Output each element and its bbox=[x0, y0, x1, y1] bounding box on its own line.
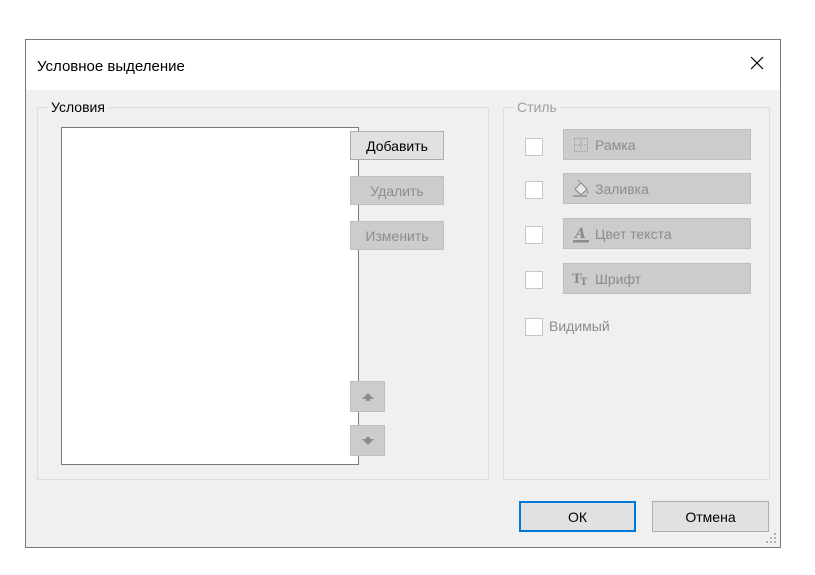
close-button[interactable] bbox=[734, 40, 780, 86]
border-checkbox[interactable] bbox=[525, 138, 543, 156]
conditional-formatting-dialog: Условное выделение Условия Добавить Удал… bbox=[25, 39, 781, 548]
edit-button[interactable]: Изменить bbox=[350, 221, 444, 250]
font-label: Шрифт bbox=[595, 270, 642, 287]
arrow-up-icon bbox=[361, 392, 374, 401]
conditions-list[interactable] bbox=[61, 127, 359, 465]
border-button[interactable]: Рамка bbox=[563, 129, 751, 160]
text-color-checkbox[interactable] bbox=[525, 226, 543, 244]
fill-label: Заливка bbox=[595, 180, 649, 197]
ok-button[interactable]: ОК bbox=[519, 501, 636, 532]
text-color-label: Цвет текста bbox=[595, 225, 672, 242]
fill-checkbox[interactable] bbox=[525, 181, 543, 199]
svg-text:A: A bbox=[573, 226, 586, 242]
title-bar: Условное выделение bbox=[26, 40, 780, 90]
font-icon: T T bbox=[570, 269, 592, 289]
delete-button[interactable]: Удалить bbox=[350, 176, 444, 205]
dialog-title: Условное выделение bbox=[37, 58, 185, 75]
fill-button[interactable]: Заливка bbox=[563, 173, 751, 204]
resize-grip-icon[interactable] bbox=[765, 532, 777, 544]
conditions-group-label: Условия bbox=[48, 98, 108, 116]
visible-label: Видимый bbox=[549, 318, 610, 334]
visible-checkbox[interactable] bbox=[525, 318, 543, 336]
border-label: Рамка bbox=[595, 136, 636, 153]
border-icon bbox=[570, 135, 592, 155]
cancel-button[interactable]: Отмена bbox=[652, 501, 769, 532]
fill-bucket-icon bbox=[570, 179, 592, 199]
font-button[interactable]: T T Шрифт bbox=[563, 263, 751, 294]
style-group-label: Стиль bbox=[514, 98, 560, 116]
font-checkbox[interactable] bbox=[525, 271, 543, 289]
add-button[interactable]: Добавить bbox=[350, 131, 444, 160]
close-icon bbox=[750, 56, 764, 70]
text-color-button[interactable]: A Цвет текста bbox=[563, 218, 751, 249]
move-up-button[interactable] bbox=[350, 381, 385, 412]
text-color-icon: A bbox=[570, 224, 592, 244]
move-down-button[interactable] bbox=[350, 425, 385, 456]
arrow-down-icon bbox=[361, 436, 374, 445]
svg-text:T: T bbox=[580, 277, 588, 288]
